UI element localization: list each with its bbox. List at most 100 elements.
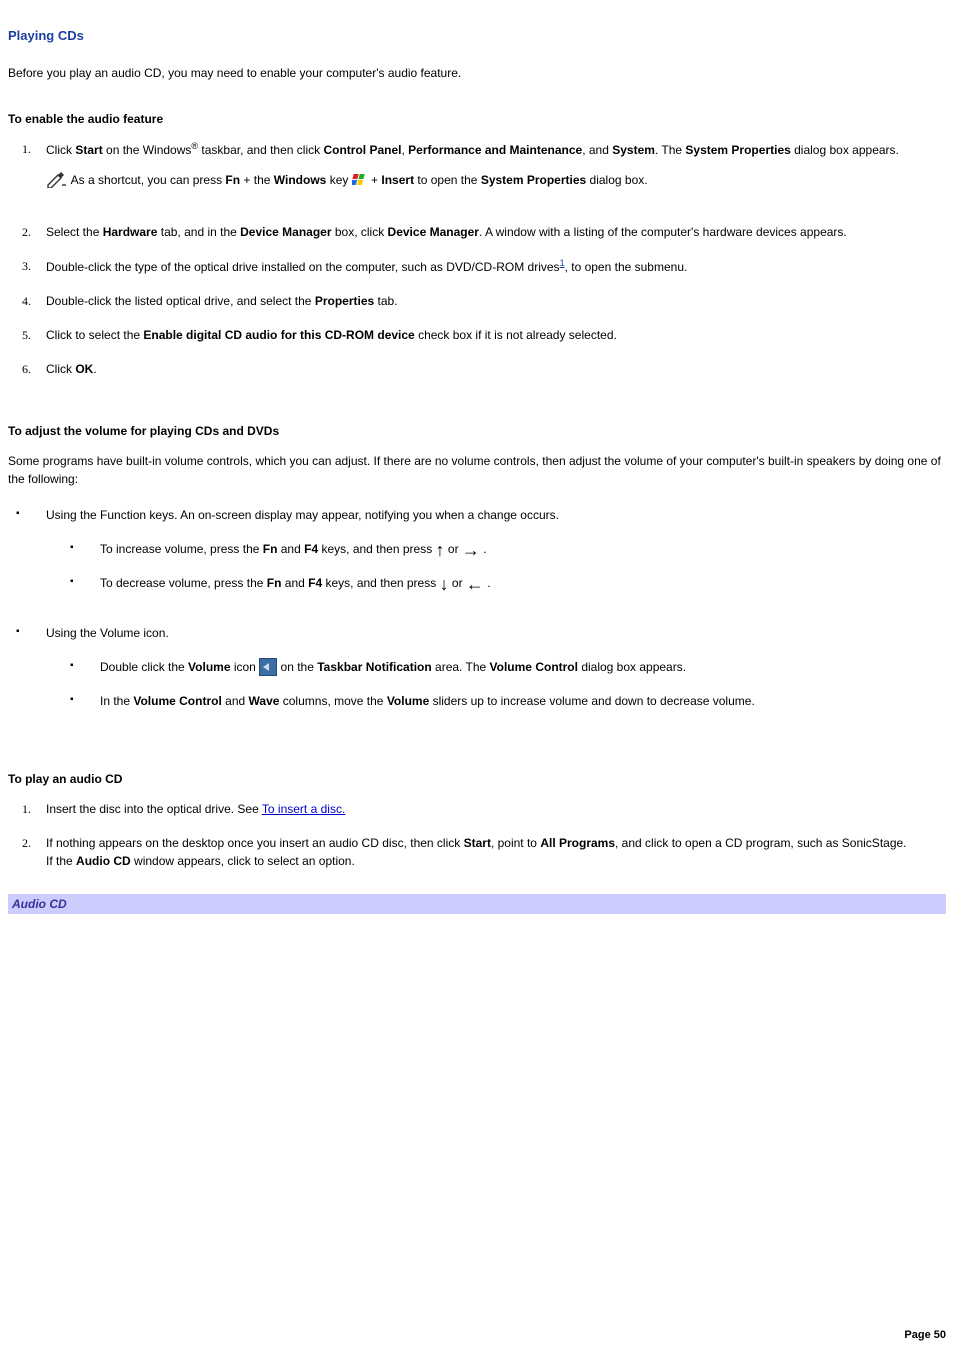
t: Insert [381,173,414,187]
t: System [612,143,655,157]
arrow-down-icon: ↓ [440,573,449,593]
t: and [281,576,308,590]
t: Fn [263,542,278,556]
t: Volume Control [133,694,221,708]
t: Volume [188,660,230,674]
step-text: Double-click the type of the optical dri… [46,260,687,274]
t: box, click [332,225,388,239]
windows-key-icon [352,173,368,187]
section2-intro: Some programs have built-in volume contr… [8,452,946,488]
intro-paragraph: Before you play an audio CD, you may nee… [8,64,946,82]
t: or [452,576,466,590]
t: Device Manager [240,225,331,239]
section-heading-adjust-volume: To adjust the volume for playing CDs and… [8,422,946,440]
list-item: Using the Function keys. An on-screen di… [16,506,946,624]
t: System Properties [481,173,586,187]
t: Double click the [100,660,188,674]
step-number: 3. [22,257,31,275]
t: Device Manager [388,225,479,239]
step-3: 3. Double-click the type of the optical … [46,257,946,292]
t: Volume [387,694,429,708]
t: Fn [225,173,240,187]
step-number: 4. [22,292,31,310]
t: As a shortcut, you can press [71,173,226,187]
t: + the [240,173,274,187]
t: to open the [414,173,481,187]
t: Double-click the type of the optical dri… [46,260,560,274]
t: Properties [315,294,374,308]
t: To increase volume, press the [100,542,263,556]
t: columns, move the [279,694,386,708]
list-item: To increase volume, press the Fn and F4 … [70,540,946,574]
t: keys, and then press [322,576,439,590]
t: In the [100,694,133,708]
step-1: 1. Click Start on the Windows® taskbar, … [46,140,946,223]
step-text: If nothing appears on the desktop once y… [46,836,907,868]
step-1: 1. Insert the disc into the optical driv… [46,800,946,834]
page-number: Page 50 [904,1327,946,1344]
t: , and click to open a CD program, such a… [615,836,907,850]
t: . [487,576,490,590]
t: on the [281,660,318,674]
t: dialog box appears. [791,143,899,157]
t: Double-click the listed optical drive, a… [46,294,315,308]
t: Click to select the [46,328,143,342]
t: and [222,694,249,708]
t: check box if it is not already selected. [415,328,617,342]
t: , and [582,143,612,157]
step-number: 6. [22,360,31,378]
list-item: In the Volume Control and Wave columns, … [70,692,946,726]
t: To decrease volume, press the [100,576,267,590]
step-5: 5. Click to select the Enable digital CD… [46,326,946,360]
step-text: Click to select the Enable digital CD au… [46,328,617,342]
t: Start [464,836,491,850]
insert-disc-link[interactable]: To insert a disc. [262,802,345,816]
steps-enable-audio: 1. Click Start on the Windows® taskbar, … [46,140,946,394]
section-heading-play-cd: To play an audio CD [8,770,946,788]
step-text: Double-click the listed optical drive, a… [46,294,398,308]
t: F4 [304,542,318,556]
list-item: To decrease volume, press the Fn and F4 … [70,574,946,608]
t: Start [75,143,102,157]
volume-methods-list: Using the Function keys. An on-screen di… [16,506,946,743]
t: . [93,362,96,376]
t: area. The [432,660,490,674]
step-number: 5. [22,326,31,344]
pencil-note-icon [46,172,68,188]
step-6: 6. Click OK. [46,360,946,394]
t: F4 [308,576,322,590]
t: or [448,542,462,556]
t: If the [46,854,76,868]
step-2: 2. If nothing appears on the desktop onc… [46,834,946,886]
shortcut-note: As a shortcut, you can press Fn + the Wi… [46,171,946,189]
t: tab. [374,294,397,308]
t: Audio CD [76,854,131,868]
t: + [371,173,381,187]
t: keys, and then press [318,542,435,556]
t: OK [75,362,93,376]
t: , point to [491,836,540,850]
t: Performance and Maintenance [408,143,582,157]
steps-play-cd: 1. Insert the disc into the optical driv… [46,800,946,886]
step-number: 2. [22,834,31,852]
section-heading-enable-audio: To enable the audio feature [8,110,946,128]
step-text: Insert the disc into the optical drive. … [46,802,345,816]
t: and [277,542,304,556]
t: taskbar, and then click [198,143,323,157]
t: . A window with a listing of the compute… [479,225,847,239]
t: Taskbar Notification [317,660,431,674]
t: Volume Control [490,660,578,674]
list-item: Using the Volume icon. Double click the … [16,624,946,743]
arrow-left-icon: ← [466,573,484,593]
t: . [483,542,486,556]
t: tab, and in the [157,225,240,239]
arrow-right-icon: → [462,539,480,559]
t: key [326,173,351,187]
t: If nothing appears on the desktop once y… [46,836,464,850]
step-2: 2. Select the Hardware tab, and in the D… [46,223,946,257]
figure-caption-audio-cd: Audio CD [8,894,946,914]
t: dialog box. [586,173,647,187]
t: dialog box appears. [578,660,686,674]
t: Select the [46,225,103,239]
step-text: Click Start on the Windows® taskbar, and… [46,143,899,157]
